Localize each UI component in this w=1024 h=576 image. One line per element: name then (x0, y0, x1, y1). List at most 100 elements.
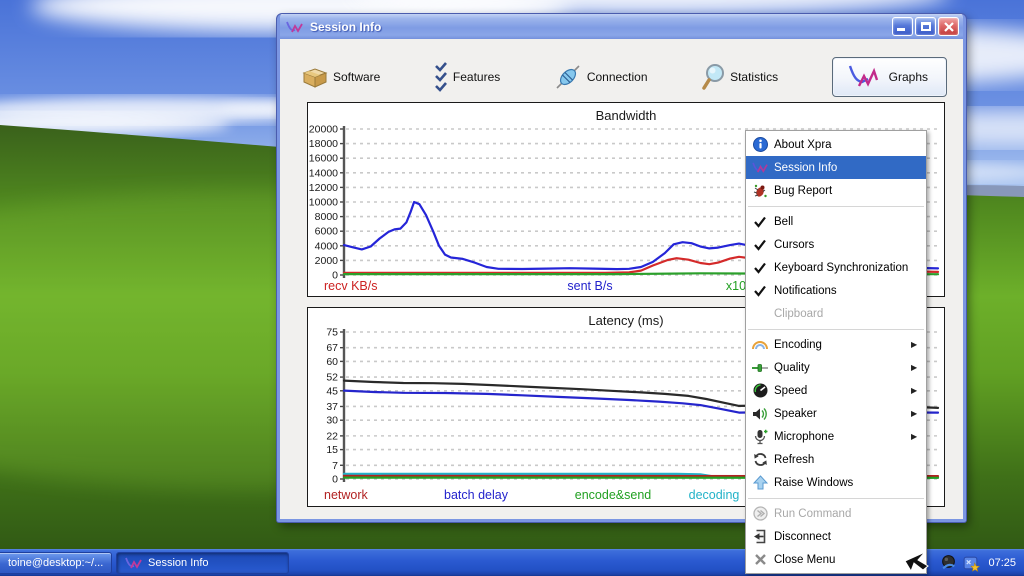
features-icon (434, 62, 448, 92)
menu-item-label: Encoding (774, 339, 911, 351)
svg-text:Bandwidth: Bandwidth (596, 108, 657, 123)
quality-icon (746, 363, 774, 373)
submenu-arrow-icon: ▶ (911, 409, 926, 418)
xpra-icon (125, 556, 143, 570)
svg-text:recv KB/s: recv KB/s (324, 279, 378, 293)
menu-item-speed[interactable]: Speed▶ (746, 379, 926, 402)
task-button-label: Session Info (148, 557, 209, 569)
svg-text:x10: x10 (726, 279, 746, 293)
menu-separator (746, 494, 926, 502)
svg-text:0: 0 (332, 474, 338, 486)
menu-item-quality[interactable]: Quality▶ (746, 356, 926, 379)
menu-item-keyboard-synchronization[interactable]: Keyboard Synchronization (746, 256, 926, 279)
close-menu-icon (746, 553, 774, 566)
svg-text:batch delay: batch delay (444, 488, 509, 502)
xpra-tray-menu: About Xpra Session Info Bug Report Bell Curs… (745, 130, 927, 574)
svg-text:Latency (ms): Latency (ms) (588, 313, 663, 328)
task-button-label: toine@desktop:~/... (8, 557, 103, 569)
toolbar-graphs-button-selected[interactable]: Graphs (832, 57, 947, 97)
toolbar-label: Graphs (889, 70, 928, 84)
menu-item-session-info[interactable]: Session Info (746, 156, 926, 179)
menu-item-close-menu[interactable]: Close Menu (746, 548, 926, 571)
menu-item-clipboard[interactable]: Clipboard (746, 302, 926, 325)
toolbar-label: Connection (587, 70, 648, 84)
graphs-icon (845, 63, 881, 91)
toolbar-software-button[interactable]: Software (302, 66, 380, 88)
menu-item-label: Bug Report (774, 185, 911, 197)
menu-item-notifications[interactable]: Notifications (746, 279, 926, 302)
bug-icon (746, 183, 774, 199)
menu-item-label: Raise Windows (774, 477, 911, 489)
svg-text:10000: 10000 (309, 197, 338, 209)
volume-icon[interactable] (940, 554, 957, 571)
menu-item-run-command[interactable]: Run Command (746, 502, 926, 525)
menu-item-label: Quality (774, 362, 911, 374)
software-icon (302, 66, 328, 88)
menu-item-encoding[interactable]: Encoding▶ (746, 333, 926, 356)
connection-icon (554, 63, 582, 91)
svg-text:15: 15 (326, 444, 338, 456)
svg-text:7: 7 (332, 460, 338, 472)
toolbar-connection-button[interactable]: Connection (554, 63, 648, 91)
menu-item-bug-report[interactable]: Bug Report (746, 179, 926, 202)
menu-item-label: Speed (774, 385, 911, 397)
menu-item-disconnect[interactable]: Disconnect (746, 525, 926, 548)
menu-item-label: Speaker (774, 408, 911, 420)
menu-item-label: Bell (774, 216, 911, 228)
run-command-icon (746, 506, 774, 521)
minimize-button[interactable] (892, 17, 913, 36)
menu-item-speaker[interactable]: Speaker▶ (746, 402, 926, 425)
menu-separator (746, 325, 926, 333)
svg-text:75: 75 (326, 327, 338, 339)
toolbar-features-button[interactable]: Features (434, 62, 500, 92)
svg-text:12000: 12000 (309, 182, 338, 194)
svg-text:4000: 4000 (315, 240, 339, 252)
menu-item-label: Notifications (774, 285, 911, 297)
menu-item-about-xpra[interactable]: About Xpra (746, 133, 926, 156)
menu-item-bell[interactable]: Bell (746, 210, 926, 233)
submenu-arrow-icon: ▶ (911, 363, 926, 372)
svg-text:20000: 20000 (309, 124, 338, 136)
microphone-icon (746, 429, 774, 445)
close-icon (943, 21, 955, 33)
menu-item-label: Session Info (774, 162, 911, 174)
menu-item-label: Cursors (774, 239, 911, 251)
check-icon (746, 262, 774, 274)
menu-item-cursors[interactable]: Cursors (746, 233, 926, 256)
taskbar-button-session-info[interactable]: Session Info (116, 552, 289, 574)
info-icon (746, 137, 774, 152)
menu-item-refresh[interactable]: Refresh (746, 448, 926, 471)
refresh-icon (746, 452, 774, 467)
submenu-arrow-icon: ▶ (911, 386, 926, 395)
menu-item-microphone[interactable]: Microphone▶ (746, 425, 926, 448)
toolbar-label: Statistics (730, 70, 778, 84)
maximize-button[interactable] (915, 17, 936, 36)
taskbar-buttons: toine@desktop:~/... Session Info (0, 549, 289, 576)
menu-item-label: Run Command (774, 508, 911, 520)
toolbar-statistics-button[interactable]: Statistics (701, 63, 778, 91)
svg-text:18000: 18000 (309, 138, 338, 150)
svg-text:encode&send: encode&send (575, 488, 652, 502)
menu-separator (746, 202, 926, 210)
submenu-arrow-icon: ▶ (911, 432, 926, 441)
menu-item-label: Refresh (774, 454, 911, 466)
menu-item-label: Keyboard Synchronization (774, 262, 911, 274)
check-icon (746, 285, 774, 297)
taskbar-clock: 07:25 (988, 557, 1016, 569)
svg-text:14000: 14000 (309, 167, 338, 179)
mouse-cursor (902, 549, 936, 575)
svg-text:sent B/s: sent B/s (567, 279, 612, 293)
menu-item-label: Close Menu (774, 554, 911, 566)
menu-item-label: Clipboard (774, 308, 911, 320)
tray-icons (940, 554, 980, 572)
toolbar-label: Features (453, 70, 500, 84)
close-button[interactable] (938, 17, 959, 36)
xpra-tray-icon[interactable] (962, 554, 980, 572)
svg-text:60: 60 (326, 356, 338, 368)
submenu-arrow-icon: ▶ (911, 340, 926, 349)
menu-item-raise-windows[interactable]: Raise Windows (746, 471, 926, 494)
taskbar-button-toine-desktop[interactable]: toine@desktop:~/... (0, 552, 112, 574)
statistics-icon (701, 63, 725, 91)
svg-text:16000: 16000 (309, 153, 338, 165)
window-titlebar[interactable]: Session Info (280, 14, 963, 39)
